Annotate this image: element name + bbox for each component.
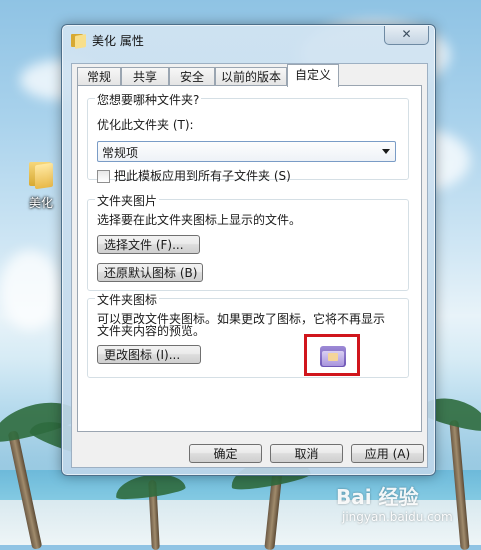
folder-properties-dialog: 美化 属性 ✕ 常规 共享 安全 以前的版本 自定义 您想要哪种文件夹? 优化此… (61, 24, 436, 476)
icon-preview-highlight (304, 334, 360, 376)
desktop-folder-label: 美化 (28, 196, 53, 210)
folder-picture-description: 选择要在此文件夹图标上显示的文件。 (97, 213, 302, 227)
choose-file-button[interactable]: 选择文件 (F)... (97, 235, 200, 254)
window-title: 美化 属性 (92, 34, 144, 48)
folder-icon (71, 33, 87, 49)
tab-security[interactable]: 安全 (169, 67, 215, 86)
tab-sharing[interactable]: 共享 (121, 67, 169, 86)
folder-picture-group: 文件夹图片 选择要在此文件夹图标上显示的文件。 选择文件 (F)... 还原默认… (87, 192, 409, 291)
folder-icon-group: 文件夹图标 可以更改文件夹图标。如果更改了图标，它将不再显示 文件夹内容的预览。… (87, 291, 409, 378)
optimize-dropdown[interactable]: 常规项 (97, 141, 396, 162)
change-icon-button[interactable]: 更改图标 (I)... (97, 345, 201, 364)
tab-general[interactable]: 常规 (77, 67, 121, 86)
customize-tab-panel: 您想要哪种文件夹? 优化此文件夹 (T): 常规项 把此模板应用到所有子文件夹 … (77, 85, 422, 432)
optimize-label: 优化此文件夹 (T): (97, 118, 194, 132)
desktop-folder-shortcut[interactable]: 美化 (18, 160, 64, 211)
restore-default-button[interactable]: 还原默认图标 (B) (97, 263, 203, 282)
folder-icon-description-line2: 文件夹内容的预览。 (97, 324, 206, 338)
chevron-down-icon (382, 149, 390, 154)
dialog-client-area: 常规 共享 安全 以前的版本 自定义 您想要哪种文件夹? 优化此文件夹 (T):… (71, 63, 428, 468)
close-button[interactable]: ✕ (384, 26, 429, 45)
tab-customize[interactable]: 自定义 (287, 64, 339, 87)
apply-subfolders-label[interactable]: 把此模板应用到所有子文件夹 (S) (114, 167, 291, 184)
folder-icon (27, 160, 55, 190)
optimize-selected-value: 常规项 (102, 146, 139, 160)
tab-previous-versions[interactable]: 以前的版本 (215, 67, 287, 86)
folder-picture-heading: 文件夹图片 (95, 192, 160, 209)
folder-type-heading: 您想要哪种文件夹? (95, 91, 202, 108)
cancel-button[interactable]: 取消 (270, 444, 343, 463)
folder-type-group: 您想要哪种文件夹? 优化此文件夹 (T): 常规项 把此模板应用到所有子文件夹 … (87, 91, 409, 183)
ok-button[interactable]: 确定 (189, 444, 262, 463)
apply-button[interactable]: 应用 (A) (351, 444, 424, 463)
baidu-watermark: Bai 经验 (336, 485, 419, 509)
tab-strip: 常规 共享 安全 以前的版本 自定义 (77, 64, 422, 87)
title-bar[interactable]: 美化 属性 ✕ (62, 25, 435, 55)
watermark-url: jingyan.baidu.com (342, 510, 453, 524)
folder-icon (320, 343, 346, 367)
folder-icon-heading: 文件夹图标 (95, 291, 160, 308)
apply-subfolders-checkbox[interactable] (97, 170, 110, 183)
